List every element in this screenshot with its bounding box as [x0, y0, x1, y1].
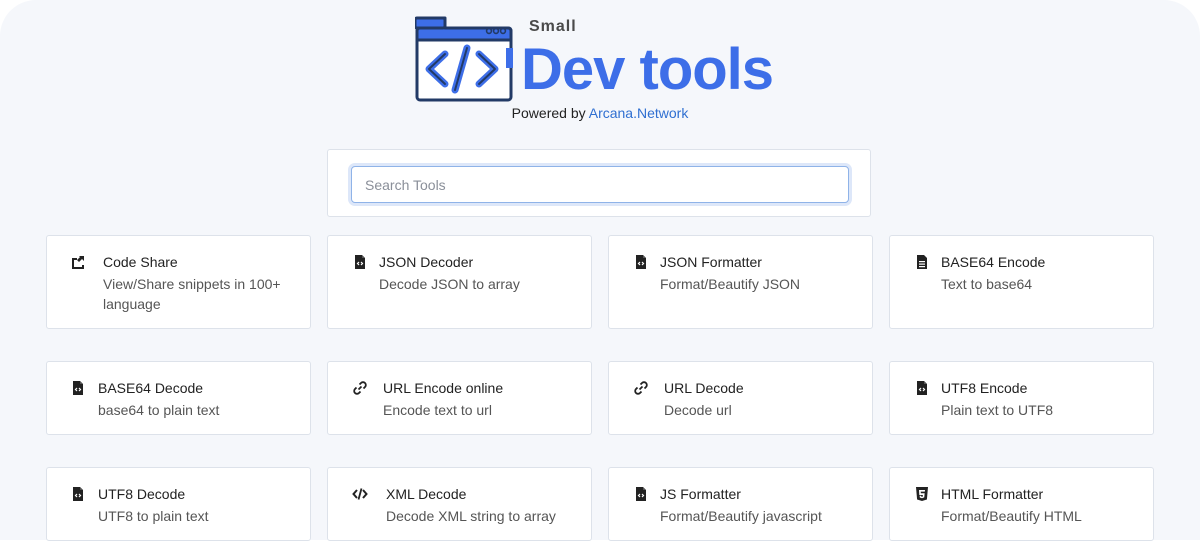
arcana-network-link[interactable]: Arcana.Network	[589, 105, 689, 121]
tool-title: XML Decode	[386, 486, 467, 502]
tool-description: Decode XML string to array	[386, 508, 556, 524]
tool-title: UTF8 Encode	[941, 380, 1028, 396]
tool-card[interactable]: BASE64 Encode Text to base64	[889, 235, 1154, 329]
powered-by: Powered by Arcana.Network	[0, 105, 1200, 121]
tool-description: Decode JSON to array	[379, 276, 520, 292]
tool-title: BASE64 Decode	[98, 380, 204, 396]
powered-prefix: Powered by	[511, 105, 586, 121]
tool-description: Format/Beautify HTML	[941, 508, 1082, 524]
tool-card[interactable]: JSON Decoder Decode JSON to array	[327, 235, 592, 329]
page-background: Small Dev tools Powered by Arcana.Networ…	[0, 0, 1200, 541]
code-icon	[352, 486, 368, 502]
html5-icon	[914, 486, 930, 502]
tool-description: Format/Beautify javascript	[660, 508, 822, 524]
tool-title: URL Decode	[664, 380, 744, 396]
brand-title: Dev tools	[521, 37, 774, 102]
tool-title: JSON Formatter	[660, 254, 762, 270]
tool-card[interactable]: JS Formatter Format/Beautify javascript	[608, 467, 873, 541]
tool-card[interactable]: XML Decode Decode XML string to array	[327, 467, 592, 541]
tool-description: Text to base64	[941, 276, 1033, 292]
share-icon	[70, 254, 86, 270]
tool-description: Encode text to url	[383, 402, 492, 418]
tool-title: UTF8 Decode	[98, 486, 186, 502]
code-file-icon	[633, 254, 649, 270]
tool-card[interactable]: BASE64 Decode base64 to plain text	[46, 361, 311, 435]
tool-card[interactable]: HTML Formatter Format/Beautify HTML	[889, 467, 1154, 541]
tool-title: BASE64 Encode	[941, 254, 1046, 270]
tool-description: Decode url	[664, 402, 732, 418]
tool-card[interactable]: URL Decode Decode url	[608, 361, 873, 435]
tool-title: Code Share	[103, 254, 178, 270]
search-input[interactable]	[351, 166, 849, 203]
search-panel	[327, 149, 871, 217]
code-file-icon	[914, 380, 930, 396]
tool-card[interactable]: UTF8 Decode UTF8 to plain text	[46, 467, 311, 541]
code-file-icon	[352, 254, 368, 270]
tool-card[interactable]: Code Share View/Share snippets in 100+ la…	[46, 235, 311, 329]
tool-title: URL Encode online	[383, 380, 504, 396]
tool-description: base64 to plain text	[98, 402, 220, 418]
code-file-icon	[70, 486, 86, 502]
tool-card[interactable]: JSON Formatter Format/Beautify JSON	[608, 235, 873, 329]
tool-title: JS Formatter	[660, 486, 741, 502]
tool-title: HTML Formatter	[941, 486, 1044, 502]
browser-code-icon	[415, 16, 513, 102]
tool-description: UTF8 to plain text	[98, 508, 209, 524]
link-icon	[352, 380, 368, 396]
code-file-icon	[70, 380, 86, 396]
tool-card[interactable]: UTF8 Encode Plain text to UTF8	[889, 361, 1154, 435]
tool-description: Plain text to UTF8	[941, 402, 1054, 418]
tool-title: JSON Decoder	[379, 254, 474, 270]
tool-card[interactable]: URL Encode online Encode text to url	[327, 361, 592, 435]
tool-description: View/Share snippets in 100+ language	[103, 276, 281, 312]
code-file-icon	[633, 486, 649, 502]
tool-description: Format/Beautify JSON	[660, 276, 801, 292]
link-icon	[633, 380, 649, 396]
text-file-icon	[914, 254, 930, 270]
brand-small-label: Small	[529, 18, 577, 35]
